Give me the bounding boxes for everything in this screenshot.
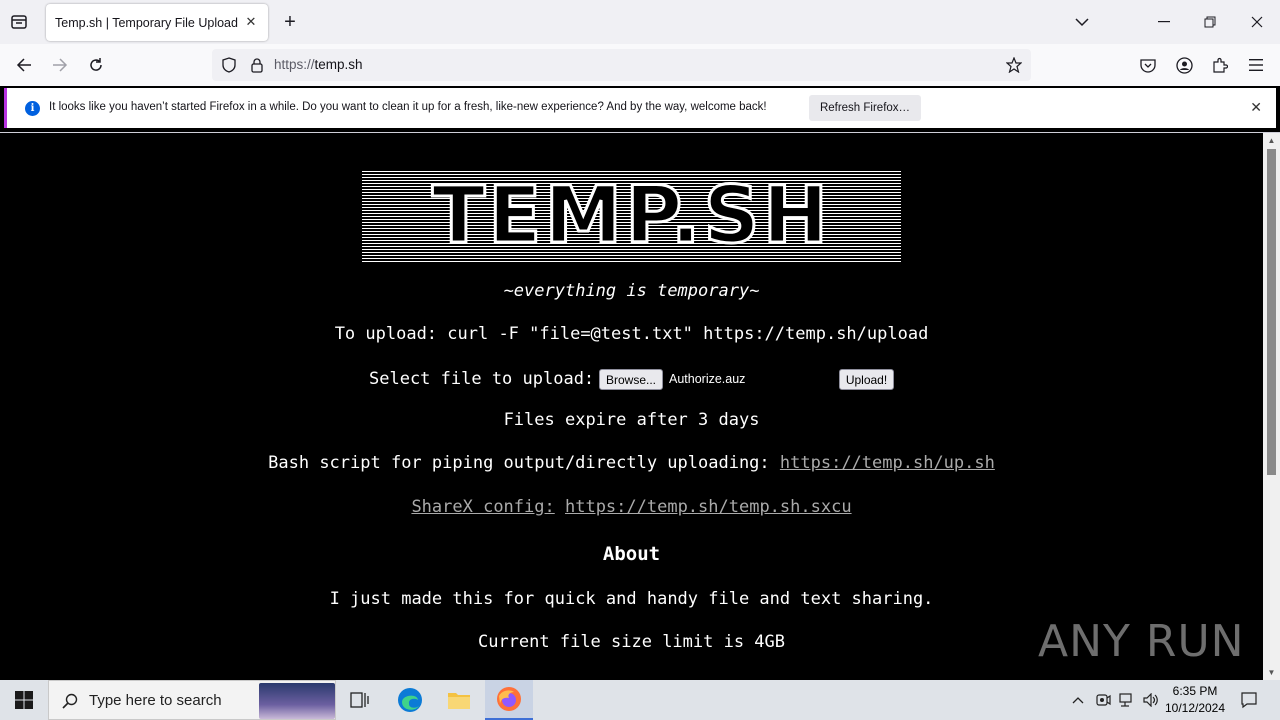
temp-sh-logo: TEMP.SH (362, 170, 901, 263)
clock-time: 6:35 PM (1172, 684, 1218, 698)
search-placeholder: Type here to search (89, 692, 222, 709)
file-explorer-icon[interactable] (435, 680, 483, 720)
sharex-line: ShareX config: https://temp.sh/temp.sh.s… (0, 497, 1263, 517)
meet-now-icon[interactable] (1092, 680, 1114, 720)
firefox-view-icon[interactable] (8, 11, 30, 33)
upload-command: To upload: curl -F "file=@test.txt" http… (334, 324, 929, 344)
browse-button[interactable]: Browse... (599, 369, 663, 390)
list-all-tabs-icon[interactable] (1072, 12, 1092, 32)
notification-text: It looks like you haven’t started Firefo… (49, 101, 767, 113)
windows-taskbar: Type here to search 6:35 PM 10/12/2024 (0, 680, 1280, 720)
selected-file-name: Authorize.auz (669, 372, 746, 386)
sharex-config-label[interactable]: ShareX config: (411, 497, 554, 517)
navigation-bar: https://temp.sh (0, 44, 1280, 86)
search-icon (61, 692, 79, 710)
anyrun-watermark: ANY RUN (1038, 609, 1245, 673)
new-tab-icon[interactable]: + (280, 11, 300, 33)
app-menu-icon[interactable] (1246, 55, 1266, 75)
tab-bar: Temp.sh | Temporary File Upload ✕ + (0, 0, 1280, 44)
notification-center-icon[interactable] (1234, 680, 1264, 720)
tab-title: Temp.sh | Temporary File Upload (55, 15, 238, 30)
minimize-window-icon[interactable] (1154, 12, 1174, 32)
lock-icon[interactable] (248, 56, 266, 74)
expiry-note: Files expire after 3 days (503, 410, 760, 430)
page-scrollbar[interactable]: ▲ ▼ (1263, 133, 1280, 680)
file-select-row: Select file to upload: (369, 368, 594, 390)
scroll-up-arrow-icon[interactable]: ▲ (1266, 136, 1277, 145)
volume-icon[interactable] (1140, 680, 1162, 720)
scroll-thumb[interactable] (1267, 149, 1276, 475)
about-text: I just made this for quick and handy fil… (329, 589, 934, 609)
network-icon[interactable] (1116, 680, 1138, 720)
tagline: ~everything is temporary~ (503, 281, 760, 301)
url-text[interactable]: https://temp.sh (274, 57, 363, 72)
edge-icon[interactable] (386, 680, 434, 720)
task-view-icon[interactable] (336, 680, 384, 720)
logo-text: TEMP.SH (430, 170, 832, 263)
taskbar-search-box[interactable]: Type here to search (48, 680, 336, 720)
info-icon: i (25, 101, 40, 116)
search-highlight-image (259, 683, 335, 719)
sharex-config-link[interactable]: https://temp.sh/temp.sh.sxcu (565, 497, 852, 517)
select-file-label: Select file to upload: (369, 369, 595, 389)
bash-script-link[interactable]: https://temp.sh/up.sh (780, 453, 995, 473)
tracking-protection-shield-icon[interactable] (220, 56, 238, 74)
page-content: TEMP.SH ~everything is temporary~ To upl… (0, 133, 1263, 680)
firefox-taskbar-icon[interactable] (485, 680, 533, 720)
refresh-firefox-notification: i It looks like you haven’t started Fire… (4, 88, 1276, 128)
bash-script-label: Bash script for piping output/directly u… (268, 453, 770, 473)
close-notification-icon[interactable]: ✕ (1250, 99, 1262, 116)
close-window-icon[interactable] (1247, 12, 1267, 32)
pocket-icon[interactable] (1138, 55, 1158, 75)
refresh-firefox-button[interactable]: Refresh Firefox… (809, 95, 921, 121)
upload-button[interactable]: Upload! (839, 369, 894, 390)
close-tab-icon[interactable]: ✕ (242, 13, 260, 31)
watermark-text: ANY RUN (1038, 615, 1245, 667)
url-bar[interactable]: https://temp.sh (212, 49, 1031, 81)
about-heading: About (602, 543, 661, 565)
account-icon[interactable] (1174, 55, 1194, 75)
extensions-icon[interactable] (1210, 55, 1230, 75)
reload-icon[interactable] (86, 55, 106, 75)
show-hidden-icons-icon[interactable] (1066, 680, 1090, 720)
clock[interactable]: 6:35 PM 10/12/2024 (1160, 683, 1230, 717)
windows-start-icon[interactable] (0, 680, 48, 720)
forward-icon[interactable] (50, 55, 70, 75)
back-icon[interactable] (14, 55, 34, 75)
url-host: temp.sh (314, 57, 363, 72)
scroll-down-arrow-icon[interactable]: ▼ (1266, 668, 1277, 677)
bash-script-line: Bash script for piping output/directly u… (0, 453, 1263, 473)
bookmark-star-icon[interactable] (1005, 56, 1023, 74)
restore-window-icon[interactable] (1200, 12, 1220, 32)
clock-date: 10/12/2024 (1164, 701, 1226, 715)
tab-temp-sh[interactable]: Temp.sh | Temporary File Upload ✕ (46, 4, 268, 41)
url-scheme: https:// (274, 57, 315, 72)
